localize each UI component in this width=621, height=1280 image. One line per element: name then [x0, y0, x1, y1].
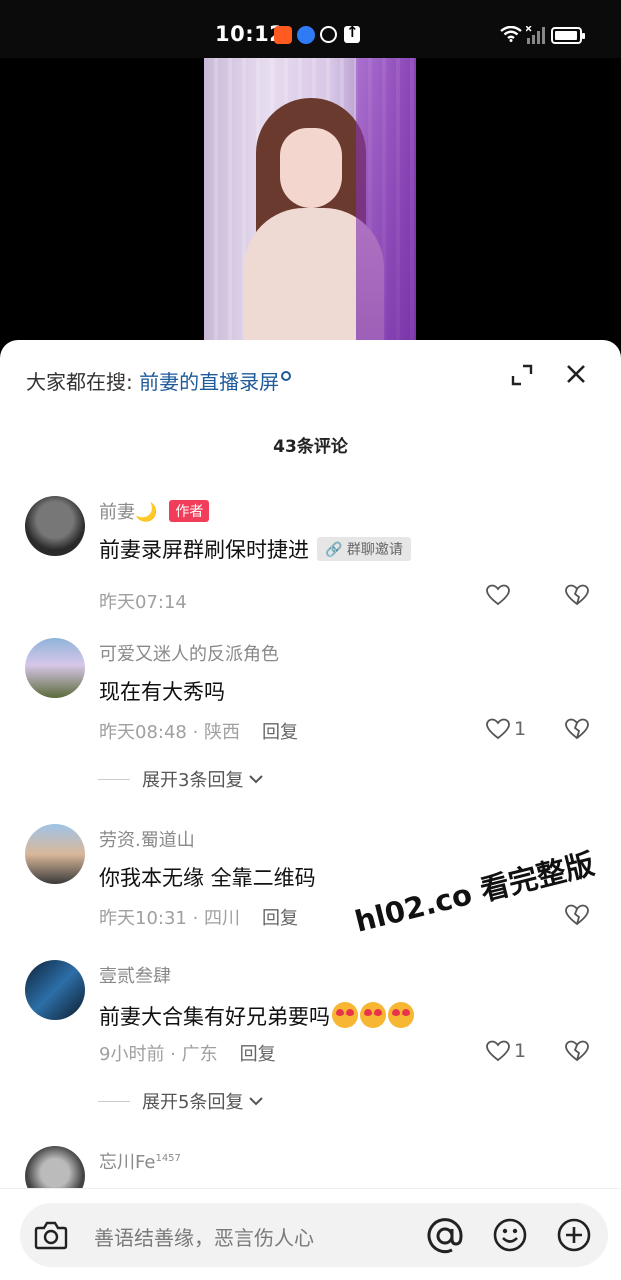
video-thumbnail [204, 58, 416, 358]
search-suggestion[interactable]: 大家都在搜: 前妻的直播录屏 [26, 366, 292, 395]
signal-icon [526, 26, 545, 44]
battery-icon [551, 27, 585, 44]
comment-meta: 昨天10:31 · 四川 回复 [99, 904, 298, 930]
heart-icon [486, 584, 510, 606]
chevron-down-icon [249, 775, 264, 784]
camera-icon[interactable] [34, 1219, 68, 1251]
divider-line [98, 778, 130, 780]
comment-author[interactable]: 可爱又迷人的反派角色 [99, 644, 279, 665]
search-prefix: 大家都在搜: [26, 370, 133, 394]
broken-heart-icon [565, 718, 589, 740]
comment-meta: 昨天07:14 [99, 588, 187, 614]
dislike-button[interactable] [565, 718, 589, 740]
like-button[interactable]: 1 [486, 718, 526, 740]
comment-author-badge-number: 1457 [155, 1153, 181, 1164]
reply-button[interactable]: 回复 [262, 908, 298, 929]
expand-replies-button[interactable]: 展开3条回复 [98, 766, 265, 792]
dislike-button[interactable] [565, 904, 589, 926]
comment-author[interactable]: 前妻🌙 [99, 502, 157, 523]
upload-icon [344, 23, 360, 43]
comment-time: 9小时前 · 广东 [99, 1044, 218, 1065]
avatar[interactable] [25, 824, 85, 884]
status-bar: 10:12 [0, 0, 621, 58]
comment-author[interactable]: 劳资.蜀道山 [99, 830, 195, 851]
dislike-button[interactable] [565, 584, 589, 606]
expand-replies-label: 展开3条回复 [142, 770, 244, 791]
comment-time: 昨天08:48 · 陕西 [99, 722, 241, 743]
emoji-icon[interactable] [492, 1217, 528, 1253]
heart-eyes-emoji-icon [360, 1002, 386, 1028]
broken-heart-icon [565, 584, 589, 606]
broken-heart-icon [565, 904, 589, 926]
comment-author-row: 前妻🌙 作者 [99, 498, 210, 524]
comment-input-bar: 善语结善缘，恶言伤人心 [0, 1188, 621, 1280]
comment-text: 现在有大秀吗 [99, 680, 225, 704]
expand-icon[interactable] [511, 364, 533, 386]
comment-text: 你我本无缘 全靠二维码 [99, 866, 316, 890]
broken-heart-icon [565, 1040, 589, 1062]
wifi-icon [500, 26, 522, 42]
search-term-link[interactable]: 前妻的直播录屏 [139, 370, 279, 394]
group-invite-chip[interactable]: 🔗 群聊邀请 [317, 537, 411, 561]
comment-meta: 昨天08:48 · 陕西 回复 [99, 718, 298, 744]
divider-line [98, 1100, 130, 1102]
at-mention-icon[interactable] [426, 1217, 464, 1255]
avatar[interactable] [25, 638, 85, 698]
avatar[interactable] [25, 496, 85, 556]
comment-text-row: 前妻录屏群刷保时捷进 🔗 群聊邀请 [99, 534, 411, 564]
comment-input[interactable]: 善语结善缘，恶言伤人心 [20, 1203, 608, 1267]
heart-icon [486, 1040, 510, 1062]
comment-time: 昨天07:14 [99, 592, 187, 613]
chevron-down-icon [249, 1097, 264, 1106]
app-blue-icon [297, 26, 315, 44]
reply-button[interactable]: 回复 [262, 722, 298, 743]
hotspot-icon [320, 26, 337, 43]
close-icon[interactable] [565, 363, 587, 385]
like-count: 1 [514, 718, 527, 740]
like-count: 1 [514, 1040, 527, 1062]
add-icon[interactable] [556, 1217, 592, 1253]
comment-count-title: 43条评论 [273, 437, 348, 457]
heart-icon [486, 718, 510, 740]
comment-input-placeholder: 善语结善缘，恶言伤人心 [94, 1226, 314, 1250]
expand-replies-label: 展开5条回复 [142, 1092, 244, 1113]
search-icon [281, 371, 292, 381]
comment-time: 昨天10:31 · 四川 [99, 908, 241, 929]
watermark: hl02.co 看完整版 [351, 846, 598, 939]
heart-eyes-emoji-icon [388, 1002, 414, 1028]
heart-eyes-emoji-icon [332, 1002, 358, 1028]
video-player[interactable] [0, 58, 621, 358]
avatar[interactable] [25, 960, 85, 1020]
dislike-button[interactable] [565, 1040, 589, 1062]
comment-author[interactable]: 壹贰叁肆 [99, 966, 171, 987]
comment-sheet: 大家都在搜: 前妻的直播录屏 43条评论 前妻🌙 作者 前妻录屏群刷保时捷进 🔗 群… [0, 340, 621, 1280]
expand-replies-button[interactable]: 展开5条回复 [98, 1088, 265, 1114]
like-button[interactable]: 1 [486, 1040, 526, 1062]
like-button[interactable] [486, 584, 510, 606]
reply-button[interactable]: 回复 [240, 1044, 276, 1065]
author-badge: 作者 [169, 500, 210, 522]
comment-text: 前妻大合集有好兄弟要吗 [99, 1005, 330, 1029]
comment-author[interactable]: 忘川Fe [99, 1152, 155, 1173]
comment-meta: 9小时前 · 广东 回复 [99, 1040, 276, 1066]
comment-text: 前妻录屏群刷保时捷进 [99, 538, 309, 562]
app-orange-icon [274, 26, 292, 44]
comment-text-row: 前妻大合集有好兄弟要吗 [99, 998, 414, 1031]
